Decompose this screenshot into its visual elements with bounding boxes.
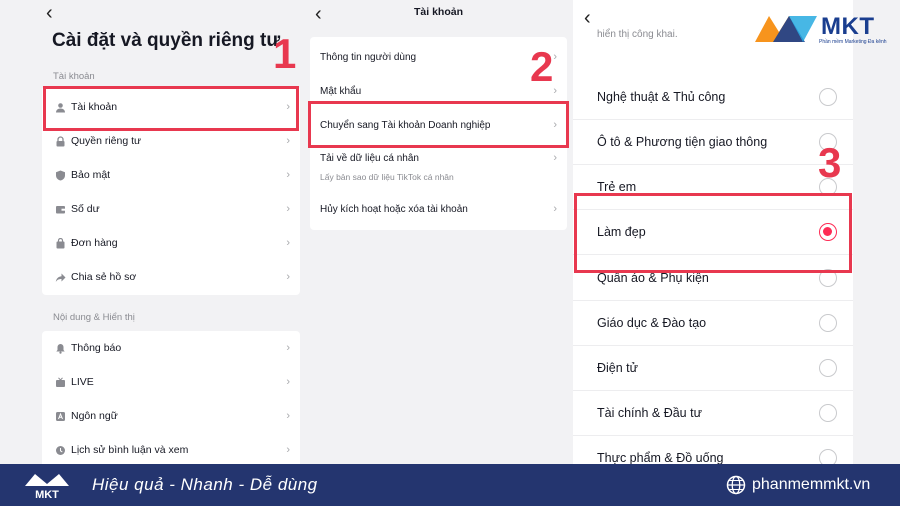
bag-icon [55,237,66,249]
settings-item-orders[interactable]: Đơn hàng › [42,226,300,260]
category-label: Tài chính & Đầu tư [597,406,702,420]
chevron-right-icon: › [286,271,290,283]
settings-item-live[interactable]: LIVE › [42,365,300,399]
settings-item-notifications[interactable]: Thông báo › [42,331,300,365]
footer-banner: MKT Hiệu quả - Nhanh - Dễ dùng phanmemmk… [0,464,900,506]
account-item-label: Tải về dữ liệu cá nhân [320,152,419,164]
content-settings-card: Thông báo › LIVE › Ngôn ngữ › Lịch sử bì… [42,331,300,471]
category-item[interactable]: Ô tô & Phương tiện giao thông [573,120,853,165]
mkt-logo: MKT Phần mềm Marketing Đa kênh [753,10,893,46]
settings-item-security[interactable]: Bảo mật › [42,158,300,192]
language-icon [55,411,66,422]
chevron-right-icon: › [286,237,290,249]
footer-mkt-logo-icon: MKT [25,474,69,501]
settings-item-label: Ngôn ngữ [71,410,118,422]
svg-text:MKT: MKT [35,489,59,501]
account-item-user-info[interactable]: Thông tin người dùng › [310,40,567,74]
page-title: Cài đặt và quyền riêng tư [52,30,281,51]
highlight-box-step-2 [308,101,569,148]
download-data-subtitle: Lấy bản sao dữ liệu TikTok cá nhân [320,172,454,182]
live-icon [55,376,66,388]
chevron-right-icon: › [286,135,290,147]
settings-item-label: LIVE [71,376,94,388]
category-label: Thực phẩm & Đồ uống [597,451,724,465]
brand-tagline: Phần mềm Marketing Đa kênh [819,39,887,45]
account-item-deactivate-delete[interactable]: Hủy kích hoạt hoặc xóa tài khoản › [310,192,567,226]
account-item-label: Thông tin người dùng [320,51,417,63]
category-item[interactable]: Tài chính & Đầu tư [573,391,853,436]
category-label: Trẻ em [597,180,637,194]
settings-item-label: Lịch sử bình luận và xem [71,444,189,456]
shield-icon [55,170,66,181]
back-arrow-icon[interactable]: ‹ [46,3,53,23]
settings-item-label: Chia sẻ hồ sơ [71,271,137,283]
settings-item-language[interactable]: Ngôn ngữ › [42,399,300,433]
footer-website-link[interactable]: phanmemmkt.vn [752,476,870,494]
settings-item-label: Thông báo [71,342,122,354]
footer-slogan: Hiệu quả - Nhanh - Dễ dùng [92,475,318,494]
category-item[interactable]: Nghệ thuật & Thủ công [573,75,853,120]
settings-item-balance[interactable]: Số dư › [42,192,300,226]
chevron-right-icon: › [553,203,557,215]
highlight-box-step-1 [43,86,299,131]
category-label: Nghệ thuật & Thủ công [597,90,726,104]
share-icon [55,272,66,283]
category-label: Điện tử [597,361,639,375]
chevron-right-icon: › [286,169,290,181]
lock-icon [55,135,66,147]
category-label: Ô tô & Phương tiện giao thông [597,135,768,149]
category-item[interactable]: Giáo dục & Đào tạo [573,301,853,346]
section-label-account: Tài khoản [53,71,95,82]
section-label-content-display: Nội dung & Hiển thị [53,312,135,323]
highlight-box-step-3 [574,193,852,273]
step-number-1: 1 [273,30,297,77]
account-panel: ‹ Tài khoản Thông tin người dùng › Mật k… [310,0,567,464]
radio-button[interactable] [819,359,837,377]
radio-button[interactable] [819,314,837,332]
category-label: Giáo dục & Đào tạo [597,316,707,330]
account-item-label: Hủy kích hoạt hoặc xóa tài khoản [320,203,468,215]
chevron-right-icon: › [286,203,290,215]
mkt-logo-icon [755,16,817,42]
chevron-right-icon: › [286,410,290,422]
chevron-right-icon: › [553,85,557,97]
category-label: Quần áo & Phụ kiện [597,271,709,285]
account-item-label: Mật khẩu [320,85,362,97]
bell-icon [55,343,66,354]
screenshot-stage: ‹ Cài đặt và quyền riêng tư Tài khoản Tà… [0,0,900,506]
wallet-icon [55,204,66,215]
history-icon [55,445,66,456]
back-arrow-icon[interactable]: ‹ [584,8,591,28]
chevron-right-icon: › [286,376,290,388]
category-item[interactable]: Điện tử [573,346,853,391]
chevron-right-icon: › [286,444,290,456]
settings-item-share-profile[interactable]: Chia sẻ hồ sơ › [42,260,300,294]
step-number-3: 3 [818,139,842,186]
brand-name: MKT [821,13,875,40]
chevron-right-icon: › [286,342,290,354]
radio-button[interactable] [819,88,837,106]
step-number-2: 2 [530,43,554,90]
settings-panel: ‹ Cài đặt và quyền riêng tư Tài khoản Tà… [42,0,300,471]
settings-item-label: Quyền riêng tư [71,135,142,147]
chevron-right-icon: › [553,51,557,63]
settings-item-label: Đơn hàng [71,237,118,249]
radio-button[interactable] [819,404,837,422]
settings-item-label: Bảo mật [71,169,111,181]
settings-item-label: Số dư [71,203,100,215]
settings-item-history[interactable]: Lịch sử bình luận và xem › [42,433,300,467]
globe-icon [726,475,746,495]
chevron-right-icon: › [553,152,557,164]
panel-title: Tài khoản [413,6,463,18]
